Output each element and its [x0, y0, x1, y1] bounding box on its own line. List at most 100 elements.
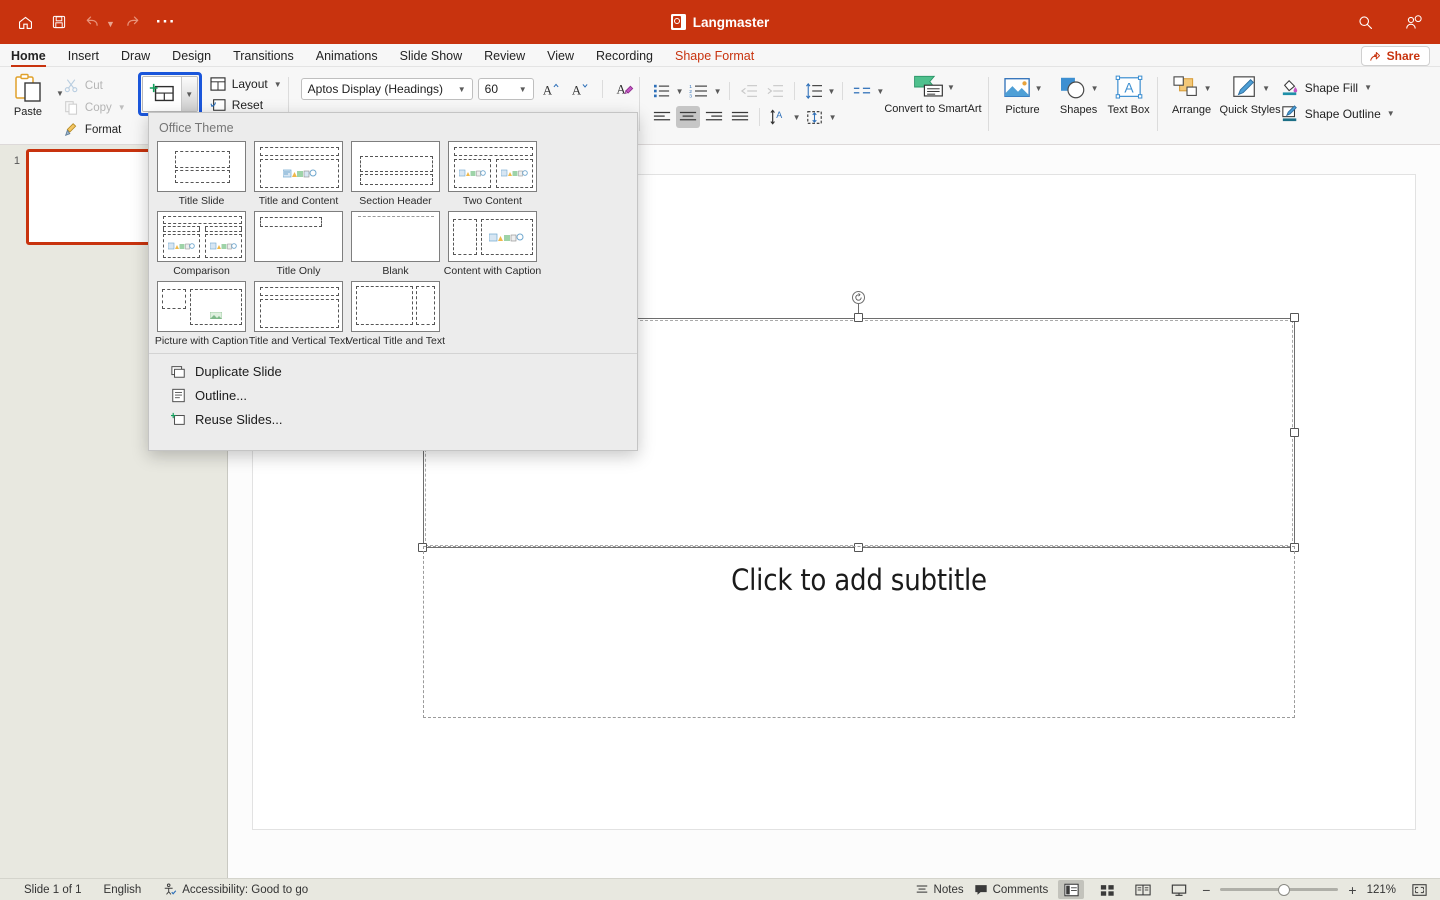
quick-styles-dropdown-icon[interactable]: ▼ — [1262, 84, 1270, 93]
picture-dropdown-icon[interactable]: ▼ — [1035, 84, 1043, 93]
copy-button[interactable]: Copy ▼ — [64, 99, 126, 116]
layout-option-content-with-caption[interactable]: Content with Caption — [444, 211, 541, 277]
copy-dropdown-icon[interactable]: ▼ — [118, 103, 126, 112]
increase-font-size-button[interactable]: A — [539, 78, 563, 100]
outline-menu-item[interactable]: Outline... — [149, 383, 637, 407]
tab-draw[interactable]: Draw — [110, 49, 161, 66]
shapes-button[interactable]: ▼ Shapes — [1051, 67, 1107, 116]
arrange-button[interactable]: ▼ Arrange — [1164, 67, 1220, 116]
zoom-slider[interactable] — [1220, 882, 1339, 898]
increase-indent-button[interactable] — [763, 80, 787, 102]
rotate-handle[interactable] — [852, 291, 865, 304]
align-text-button[interactable] — [803, 106, 827, 128]
align-right-button[interactable] — [702, 106, 726, 128]
cut-button[interactable]: Cut — [64, 77, 126, 94]
save-icon[interactable] — [42, 7, 76, 37]
layout-option-title-and-content[interactable]: Title and Content — [252, 141, 345, 207]
text-box-button[interactable]: A Text Box — [1107, 67, 1151, 116]
language-label[interactable]: English — [104, 884, 142, 896]
decrease-font-size-button[interactable]: A — [568, 78, 592, 100]
bullets-dropdown-icon[interactable]: ▼ — [676, 87, 684, 96]
duplicate-slide-menu-item[interactable]: Duplicate Slide — [149, 359, 637, 383]
search-icon[interactable] — [1348, 7, 1382, 37]
paste-dropdown-icon[interactable]: ▼ — [56, 89, 64, 98]
align-left-button[interactable] — [650, 106, 674, 128]
undo-icon[interactable] — [76, 7, 110, 37]
shape-fill-button[interactable]: Shape Fill ▼ — [1281, 79, 1395, 96]
paste-button[interactable]: Paste — [0, 67, 56, 118]
layout-button[interactable]: Layout ▼ — [210, 77, 282, 91]
text-direction-button[interactable]: A — [767, 106, 791, 128]
subtitle-placeholder[interactable]: Click to add subtitle — [423, 546, 1295, 718]
new-slide-dropdown-icon[interactable]: ▼ — [180, 77, 197, 111]
layout-option-picture-with-caption[interactable]: Picture with Caption — [155, 281, 248, 347]
layout-option-blank[interactable]: Blank — [349, 211, 442, 277]
share-button[interactable]: Share — [1360, 46, 1430, 66]
shape-outline-dropdown-icon[interactable]: ▼ — [1387, 109, 1395, 118]
shape-outline-button[interactable]: Shape Outline ▼ — [1281, 105, 1395, 122]
columns-button[interactable] — [850, 80, 874, 102]
layout-option-section-header[interactable]: Section Header — [349, 141, 442, 207]
shape-fill-dropdown-icon[interactable]: ▼ — [1364, 83, 1372, 92]
zoom-in-button[interactable]: + — [1348, 883, 1356, 897]
reset-button[interactable]: Reset — [210, 98, 282, 112]
tab-view[interactable]: View — [536, 49, 585, 66]
layout-option-vertical-title-and-text[interactable]: Vertical Title and Text — [346, 281, 445, 347]
picture-button[interactable]: ▼ Picture — [995, 67, 1051, 116]
slide-sorter-view-button[interactable] — [1094, 880, 1120, 899]
tab-home[interactable]: Home — [0, 49, 57, 67]
convert-to-smartart-button[interactable]: ▼ Convert to SmartArt — [884, 67, 982, 115]
font-size-select[interactable]: 60 ▼ — [477, 78, 534, 100]
format-painter-button[interactable]: Format — [64, 121, 126, 138]
fit-slide-to-window-button[interactable] — [1406, 880, 1432, 899]
align-text-dropdown-icon[interactable]: ▼ — [829, 113, 837, 122]
reading-view-button[interactable] — [1130, 880, 1156, 899]
columns-dropdown-icon[interactable]: ▼ — [876, 87, 884, 96]
notes-button[interactable]: Notes — [915, 883, 964, 896]
normal-view-button[interactable] — [1058, 880, 1085, 899]
layout-option-comparison[interactable]: Comparison — [155, 211, 248, 277]
undo-dropdown-icon[interactable]: ▼ — [106, 19, 115, 29]
tab-review[interactable]: Review — [473, 49, 536, 66]
layout-dropdown-icon[interactable]: ▼ — [274, 80, 282, 89]
slide-show-view-button[interactable] — [1166, 880, 1192, 899]
layout-option-title-and-vertical-text[interactable]: Title and Vertical Text — [249, 281, 348, 347]
tab-slide-show[interactable]: Slide Show — [389, 49, 474, 66]
tab-insert[interactable]: Insert — [57, 49, 110, 66]
line-spacing-button[interactable] — [802, 80, 826, 102]
zoom-out-button[interactable]: − — [1202, 883, 1210, 897]
more-options-icon[interactable]: ··· — [149, 7, 183, 37]
zoom-level-label[interactable]: 121% — [1367, 884, 1396, 896]
new-slide-button[interactable] — [142, 77, 181, 111]
resize-handle-middle-right[interactable] — [1290, 428, 1299, 437]
zoom-slider-knob[interactable] — [1278, 883, 1291, 896]
bullets-button[interactable] — [650, 80, 674, 102]
arrange-dropdown-icon[interactable]: ▼ — [1204, 84, 1212, 93]
resize-handle-top-center[interactable] — [854, 313, 863, 322]
home-icon[interactable] — [8, 7, 42, 37]
redo-icon[interactable] — [115, 7, 149, 37]
resize-handle-top-right[interactable] — [1290, 313, 1299, 322]
reuse-slides-menu-item[interactable]: Reuse Slides... — [149, 407, 637, 431]
shapes-dropdown-icon[interactable]: ▼ — [1091, 84, 1099, 93]
quick-styles-button[interactable]: ▼ Quick Styles — [1220, 67, 1281, 116]
layout-option-title-only[interactable]: Title Only — [252, 211, 345, 277]
tab-transitions[interactable]: Transitions — [222, 49, 305, 66]
smartart-dropdown-icon[interactable]: ▼ — [947, 83, 955, 92]
layout-option-title-slide[interactable]: Title Slide — [155, 141, 248, 207]
text-direction-dropdown-icon[interactable]: ▼ — [793, 113, 801, 122]
numbering-dropdown-icon[interactable]: ▼ — [714, 87, 722, 96]
decrease-indent-button[interactable] — [737, 80, 761, 102]
layout-option-two-content[interactable]: Two Content — [446, 141, 539, 207]
font-name-select[interactable]: Aptos Display (Headings) ▼ — [300, 78, 473, 100]
align-center-button[interactable] — [675, 106, 700, 128]
tab-shape-format[interactable]: Shape Format — [664, 49, 765, 66]
clear-formatting-button[interactable]: A — [613, 78, 637, 100]
slide-count-label[interactable]: Slide 1 of 1 — [24, 884, 82, 896]
tab-recording[interactable]: Recording — [585, 49, 664, 66]
numbering-button[interactable]: 123 — [686, 80, 712, 102]
new-slide-dropdown-menu[interactable]: Office Theme Title Slide Title and Conte… — [148, 112, 638, 451]
comments-button[interactable]: Comments — [974, 883, 1048, 896]
account-icon[interactable] — [1396, 7, 1430, 37]
tab-design[interactable]: Design — [161, 49, 222, 66]
